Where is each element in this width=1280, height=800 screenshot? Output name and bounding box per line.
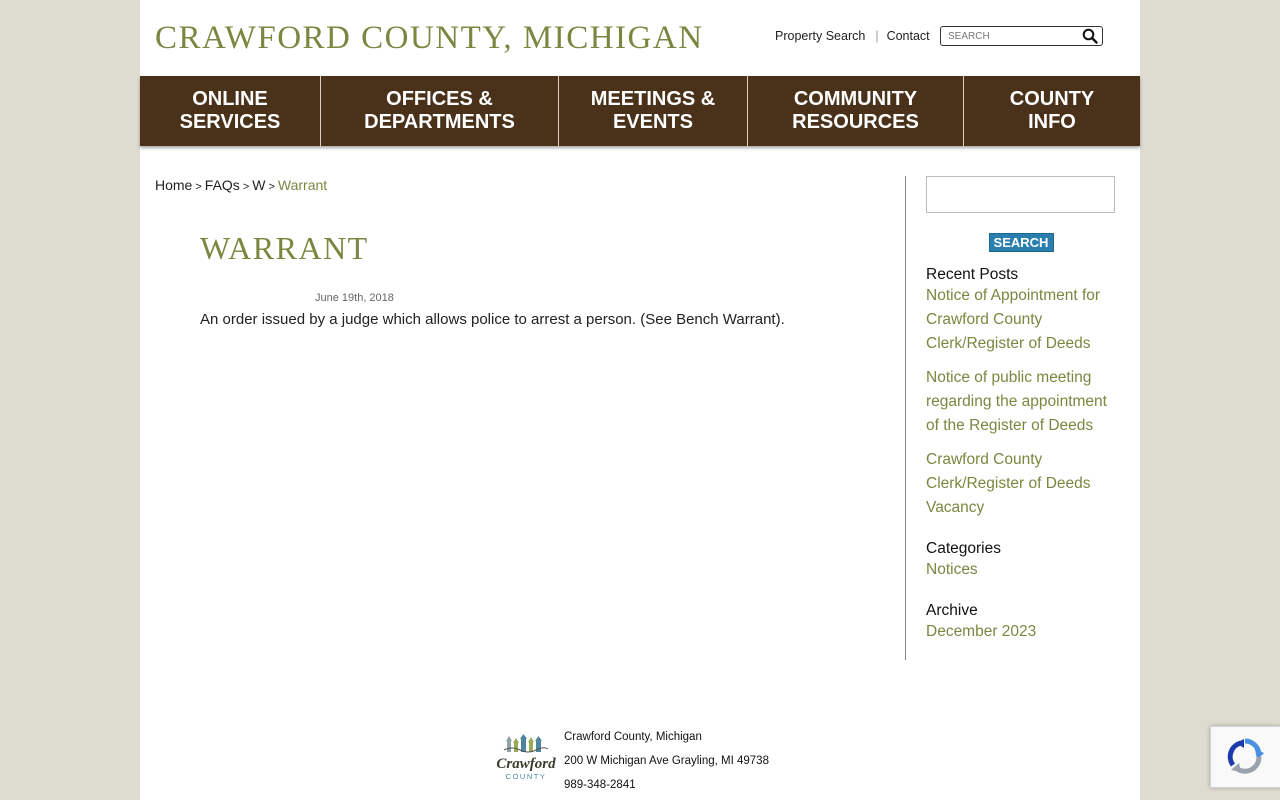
contact-link[interactable]: Contact [887,29,930,43]
recent-post-link[interactable]: Crawford County Clerk/Register of Deeds … [926,448,1116,520]
nav-county-info[interactable]: COUNTY INFO [964,76,1140,146]
nav-label-line2: SERVICES [179,111,281,133]
archive-widget: Archive December 2023 [926,602,1116,644]
recent-post-link[interactable]: Notice of Appointment for Crawford Count… [926,284,1116,356]
nav-community-resources[interactable]: COMMUNITY RESOURCES [748,76,964,146]
recaptcha-icon [1227,738,1264,774]
breadcrumb-w[interactable]: W [252,177,265,193]
recent-posts-widget: Recent Posts Notice of Appointment for C… [926,266,1116,520]
post-body: An order issued by a judge which allows … [200,311,785,328]
breadcrumb-faqs[interactable]: FAQs [205,177,240,193]
sidebar-search-button[interactable]: SEARCH [988,233,1054,252]
main-nav: ONLINE SERVICES OFFICES & DEPARTMENTS MEET… [140,76,1140,146]
property-search-link[interactable]: Property Search [775,29,865,43]
recent-post-link[interactable]: Notice of public meeting regarding the a… [926,366,1116,438]
sidebar-divider [905,176,906,660]
recent-posts-title: Recent Posts [926,266,1019,283]
nav-label-line2: DEPARTMENTS [364,111,515,133]
header-search-box [940,26,1103,46]
breadcrumb-separator: > [268,181,275,193]
nav-offices-departments[interactable]: OFFICES & DEPARTMENTS [321,76,559,146]
sidebar-search-input[interactable] [926,176,1115,213]
footer-address: 200 W Michigan Ave Grayling, MI 49738 [564,755,769,767]
top-links: Property Search | Contact [775,29,930,43]
site-title[interactable]: CRAWFORD COUNTY, MICHIGAN [155,20,704,57]
breadcrumb-home[interactable]: Home [155,177,192,193]
nav-label-line2: RESOURCES [792,111,919,133]
crawford-county-logo: Crawford COUNTY [496,734,556,781]
footer-name: Crawford County, Michigan [564,731,702,743]
page-title: Warrant [200,230,369,266]
recaptcha-badge[interactable] [1210,726,1280,788]
nav-label-line1: MEETINGS & [590,88,716,110]
nav-label-line1: ONLINE [192,88,268,110]
nav-label-line1: COMMUNITY [793,88,918,110]
footer-contact: Crawford County, Michigan 200 W Michigan… [564,725,769,797]
archive-title: Archive [926,602,978,619]
breadcrumb-separator: > [195,181,202,193]
nav-label-line2: INFO [1028,111,1076,133]
breadcrumb-current: Warrant [277,177,328,193]
footer-phone: 989-348-2841 [564,779,636,791]
sidebar: SEARCH Recent Posts Notice of Appointmen… [926,176,1116,644]
post-date: June 19th, 2018 [315,292,394,304]
svg-text:Crawford: Crawford [496,756,556,772]
nav-label-line1: OFFICES & [386,88,493,110]
search-icon[interactable] [1082,28,1098,44]
link-divider: | [875,29,879,43]
svg-text:COUNTY: COUNTY [506,772,547,781]
categories-title: Categories [926,540,1001,557]
nav-meetings-events[interactable]: MEETINGS & EVENTS [559,76,748,146]
breadcrumb-separator: > [242,181,250,193]
header-search-input[interactable] [948,29,1078,43]
nav-label-line2: EVENTS [612,111,693,133]
category-link-notices[interactable]: Notices [926,558,1116,582]
categories-widget: Categories Notices [926,540,1116,582]
breadcrumb: Home > FAQs > W > Warrant [155,177,327,193]
nav-online-services[interactable]: ONLINE SERVICES [140,76,321,146]
page-container: CRAWFORD COUNTY, MICHIGAN Property Searc… [140,0,1140,800]
archive-link-december-2023[interactable]: December 2023 [926,620,1116,644]
nav-label-line1: COUNTY [1009,88,1095,110]
